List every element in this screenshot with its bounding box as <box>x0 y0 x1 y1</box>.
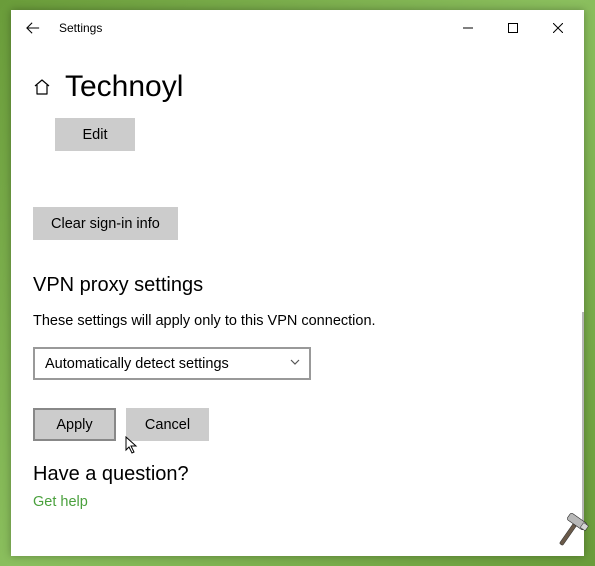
close-icon <box>553 23 563 33</box>
titlebar: Settings <box>11 10 584 46</box>
apply-button[interactable]: Apply <box>33 408 116 441</box>
proxy-section-heading: VPN proxy settings <box>33 274 562 297</box>
action-row: Apply Cancel <box>33 408 562 441</box>
dropdown-selected-value: Automatically detect settings <box>45 356 229 372</box>
content-area: Technoyl Edit Clear sign-in info VPN pro… <box>11 46 584 556</box>
proxy-mode-dropdown[interactable]: Automatically detect settings <box>33 347 311 380</box>
get-help-link[interactable]: Get help <box>33 494 88 510</box>
maximize-button[interactable] <box>490 13 535 43</box>
maximize-icon <box>508 23 518 33</box>
scrollbar[interactable] <box>582 312 584 528</box>
back-button[interactable] <box>15 10 51 46</box>
proxy-section-description: These settings will apply only to this V… <box>33 313 562 329</box>
close-button[interactable] <box>535 13 580 43</box>
help-heading: Have a question? <box>33 463 562 486</box>
chevron-down-icon <box>289 356 301 372</box>
clear-sign-in-button[interactable]: Clear sign-in info <box>33 207 178 240</box>
window-controls <box>445 13 580 43</box>
minimize-icon <box>463 23 473 33</box>
edit-button[interactable]: Edit <box>55 118 135 151</box>
page-title: Technoyl <box>65 70 183 104</box>
settings-window: Settings <box>11 10 584 556</box>
back-arrow-icon <box>26 21 40 35</box>
window-title: Settings <box>59 21 445 35</box>
home-icon <box>33 78 51 101</box>
cancel-button[interactable]: Cancel <box>126 408 209 441</box>
page-heading-row: Technoyl <box>33 70 562 104</box>
minimize-button[interactable] <box>445 13 490 43</box>
